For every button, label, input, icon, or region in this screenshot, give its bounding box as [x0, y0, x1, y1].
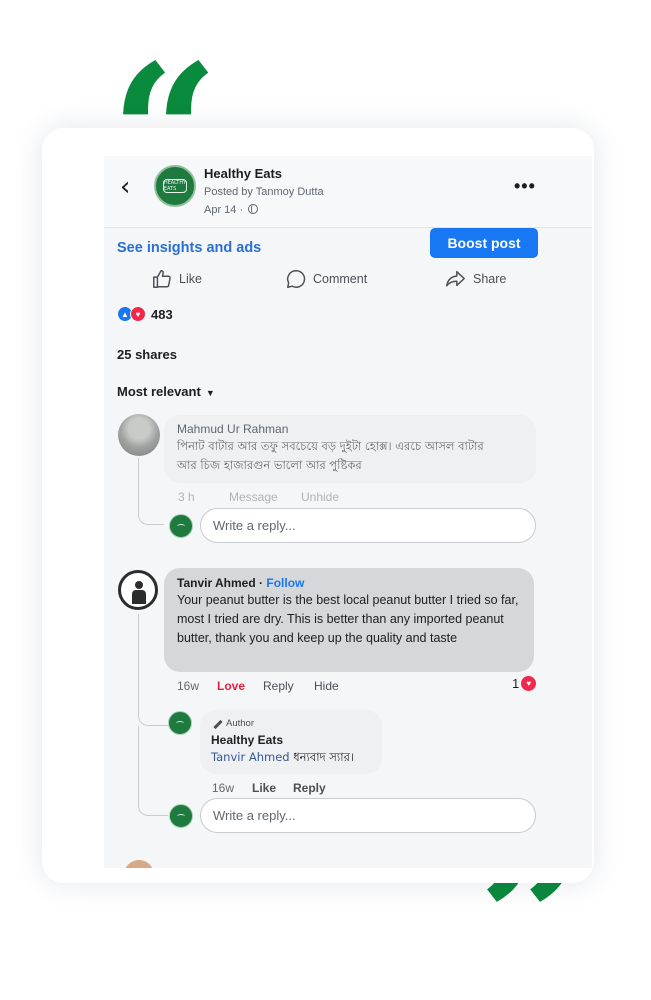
next-commenter-avatar	[124, 860, 154, 868]
share-button[interactable]: Share	[443, 266, 506, 292]
reply-input[interactable]: Write a reply...	[200, 798, 536, 833]
post-header: ‹ HEALTHY EATS Healthy Eats Posted by Ta…	[104, 156, 592, 228]
avatar-figure-body	[132, 590, 146, 604]
sort-label: Most relevant	[117, 384, 201, 399]
author-badge: Author	[212, 718, 254, 729]
chevron-down-icon: ▼	[205, 388, 215, 398]
like-label: Like	[179, 272, 202, 286]
avatar-figure-head	[135, 581, 143, 589]
comment-label: Comment	[313, 272, 368, 286]
reply-avatar	[169, 514, 193, 538]
love-count-number: 1	[512, 676, 520, 691]
comment-text: Your peanut butter is the best local pea…	[177, 593, 519, 645]
boost-post-button[interactable]: Boost post	[430, 228, 538, 258]
page-avatar[interactable]: HEALTHY EATS	[154, 165, 196, 207]
like-link[interactable]: Like	[252, 781, 276, 795]
pencil-icon	[212, 719, 222, 729]
commenter-name[interactable]: Tanvir Ahmed	[177, 576, 256, 590]
reply-link[interactable]: Reply	[263, 679, 294, 693]
leaf-icon	[177, 523, 185, 529]
reply-time: 16w	[212, 781, 235, 795]
reply-avatar	[169, 804, 193, 828]
avatar-logo: HEALTHY EATS	[163, 179, 187, 193]
reply-input[interactable]: Write a reply...	[200, 508, 536, 543]
reaction-count: 483	[151, 306, 173, 322]
comment-button[interactable]: Comment	[285, 266, 367, 292]
page-name[interactable]: Healthy Eats	[204, 166, 282, 181]
author-reply-text: Tanvir Ahmed ধন্যবাদ স্যার।	[211, 748, 386, 767]
comment-icon	[286, 270, 306, 288]
hide-link[interactable]: Hide	[314, 679, 339, 693]
author-label: Author	[226, 718, 254, 729]
commenter-name-line: Tanvir Ahmed · Follow	[177, 576, 304, 590]
unhide-link[interactable]: Unhide	[301, 490, 339, 504]
commenter-name[interactable]: Mahmud Ur Rahman	[177, 422, 288, 436]
insights-link[interactable]: See insights and ads	[117, 240, 261, 256]
comment-sort-dropdown[interactable]: Most relevant ▼	[117, 384, 215, 399]
message-link[interactable]: Message	[229, 490, 278, 504]
commenter-avatar[interactable]	[118, 414, 160, 456]
post-date-text: Apr 14 ·	[204, 204, 244, 216]
share-icon	[446, 270, 465, 287]
author-avatar[interactable]	[168, 711, 192, 735]
heart-icon: ♥	[521, 676, 537, 691]
leaf-icon	[176, 720, 184, 726]
back-arrow-icon[interactable]: ‹	[120, 172, 130, 202]
leaf-icon	[177, 813, 185, 819]
reply-body: ধন্যবাদ স্যার।	[289, 750, 355, 764]
mention-link[interactable]: Tanvir Ahmed	[211, 750, 290, 764]
love-reaction-link[interactable]: Love	[217, 679, 245, 693]
commenter-avatar[interactable]	[118, 570, 158, 610]
globe-icon	[248, 204, 259, 214]
posted-by: Posted by Tanmoy Dutta	[204, 186, 324, 198]
follow-link[interactable]: Follow	[266, 576, 304, 590]
more-options-icon[interactable]: •••	[514, 176, 536, 197]
facebook-post-screenshot: ‹ HEALTHY EATS Healthy Eats Posted by Ta…	[104, 156, 592, 868]
thread-connector	[138, 458, 164, 525]
post-date: Apr 14 ·	[204, 204, 259, 216]
comment-text-line-2: আর চিজ হাজারগুন ভালো আর পুষ্টিকর	[177, 458, 362, 472]
author-name[interactable]: Healthy Eats	[211, 733, 283, 747]
reactions-summary[interactable]: ▲ ♥ 483	[117, 306, 173, 322]
like-button[interactable]: Like	[151, 266, 202, 292]
love-reaction-icon: ♥	[130, 306, 146, 322]
name-separator: ·	[255, 576, 267, 590]
comment-time: 3 h	[178, 490, 195, 504]
shares-count[interactable]: 25 shares	[117, 347, 177, 362]
thread-connector	[138, 726, 168, 816]
thumbs-up-icon	[153, 270, 171, 288]
comment-time: 16w	[177, 679, 200, 693]
testimonial-card: ‹ HEALTHY EATS Healthy Eats Posted by Ta…	[42, 128, 594, 883]
share-label: Share	[473, 272, 507, 286]
comment-text-line-1: পিনাট বাটার আর তফু সবচেয়ে বড় দুইটা হোক…	[177, 439, 484, 453]
reply-link[interactable]: Reply	[293, 781, 326, 795]
comment-reaction-count[interactable]: 1 ♥	[512, 676, 537, 691]
